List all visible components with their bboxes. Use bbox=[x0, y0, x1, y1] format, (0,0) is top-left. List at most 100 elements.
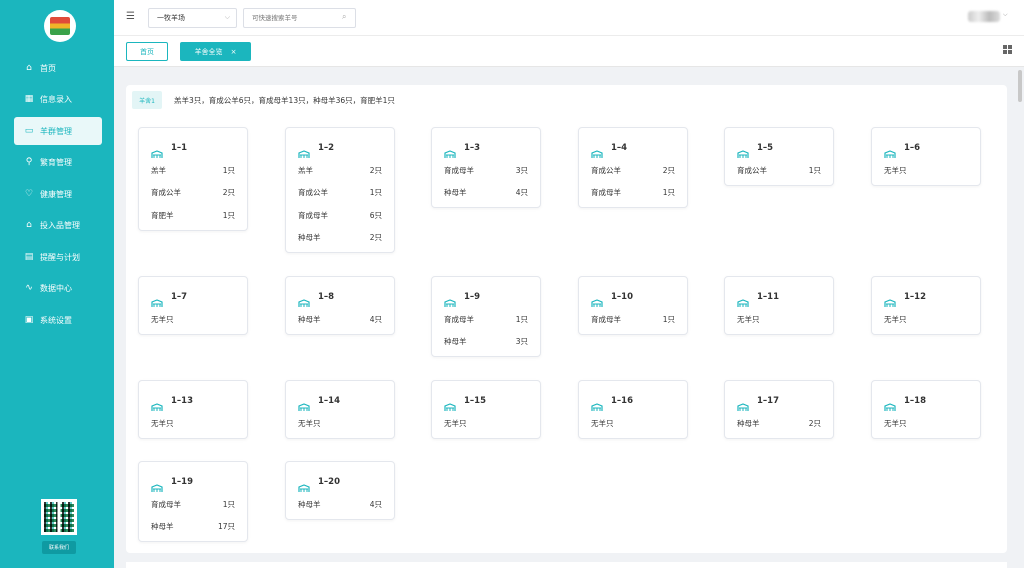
pen-card[interactable]: 1–17 种母羊 2只 bbox=[724, 380, 834, 439]
pen-card-header: 1–3 bbox=[432, 137, 540, 159]
pen-card[interactable]: 1–1 羔羊 1只 育成公羊 2只 育肥羊 1只 bbox=[138, 127, 248, 231]
layout-grid-icon[interactable] bbox=[1003, 45, 1012, 54]
sidebar-item-label: 投入品管理 bbox=[40, 221, 80, 230]
sheep-type: 无羊只 bbox=[151, 314, 174, 324]
pen-icon bbox=[298, 293, 310, 307]
pen-card-header: 1–8 bbox=[286, 286, 394, 308]
pen-card[interactable]: 1–3 育成母羊 3只种母羊 4只 bbox=[431, 127, 541, 208]
pen-name: 1–13 bbox=[171, 396, 193, 406]
pen-card-header: 1–17 bbox=[725, 390, 833, 412]
user-avatar[interactable] bbox=[968, 11, 1000, 22]
sheep-type: 无羊只 bbox=[884, 314, 907, 324]
tab-pen-overview[interactable]: 羊舍全览 × bbox=[180, 42, 251, 61]
sheep-type: 种母羊 bbox=[444, 188, 467, 198]
pen-card[interactable]: 1–4 育成公羊 2只 育成母羊 1只 bbox=[578, 127, 688, 208]
tab-bar: 首页 羊舍全览 × bbox=[114, 36, 1024, 67]
sheep-count: 1只 bbox=[808, 165, 821, 175]
pen-name: 1–5 bbox=[757, 143, 774, 153]
sheep-type: 育成母羊 bbox=[444, 165, 474, 175]
search-input[interactable] bbox=[243, 8, 356, 28]
pen-card[interactable]: 1–9 育成母羊 1只 种母羊 3只 bbox=[431, 276, 541, 357]
sidebar-item-7[interactable]: ∿ 数据中心 bbox=[14, 275, 102, 303]
menu-collapse-icon[interactable]: ☰ bbox=[126, 11, 138, 23]
sheep-count: 3只 bbox=[515, 165, 528, 175]
sheep-type: 无羊只 bbox=[591, 418, 614, 428]
pen-name: 1–7 bbox=[171, 292, 188, 302]
pen-card[interactable]: 1–20 种母羊 4只 bbox=[285, 461, 395, 520]
logo-emblem bbox=[50, 17, 70, 35]
tab-home[interactable]: 首页 bbox=[126, 42, 168, 61]
pen-card[interactable]: 1–12 无羊只 bbox=[871, 276, 981, 335]
pen-card[interactable]: 1–2 羔羊 2只 育成公羊 1只 育成母羊 6只 种母羊 2只 bbox=[285, 127, 395, 253]
breeding-icon: ⚲ bbox=[25, 157, 33, 167]
sheep-type: 无羊只 bbox=[444, 418, 467, 428]
sheep-type: 羔羊 bbox=[298, 165, 313, 175]
pen-name: 1–3 bbox=[464, 143, 481, 153]
pen-icon bbox=[737, 293, 749, 307]
user-menu-chevron-icon[interactable]: ⌵ bbox=[1003, 11, 1008, 19]
farm-select-value: 一牧羊场 bbox=[157, 14, 185, 22]
pen-card[interactable]: 1–6 无羊只 bbox=[871, 127, 981, 186]
sheep-count-row: 无羊只 bbox=[872, 412, 980, 435]
pen-card[interactable]: 1–16 无羊只 bbox=[578, 380, 688, 439]
sheep-count: 6只 bbox=[369, 210, 382, 220]
sidebar-item-1[interactable]: ▦ 信息录入 bbox=[14, 86, 102, 114]
pen-card-header: 1–15 bbox=[432, 390, 540, 412]
pen-name: 1–15 bbox=[464, 396, 486, 406]
scrollbar[interactable] bbox=[1018, 70, 1022, 102]
pen-card[interactable]: 1–13 无羊只 bbox=[138, 380, 248, 439]
pen-card[interactable]: 1–8 种母羊 4只 bbox=[285, 276, 395, 335]
pen-card[interactable]: 1–15 无羊只 bbox=[431, 380, 541, 439]
contact-us-button[interactable]: 联系我们 bbox=[42, 541, 76, 554]
sheep-count-row: 无羊只 bbox=[579, 412, 687, 435]
pen-icon bbox=[591, 144, 603, 158]
sheep-type: 育肥羊 bbox=[151, 210, 174, 220]
pen-card[interactable]: 1–19 育成母羊 1只 种母羊 17只 bbox=[138, 461, 248, 542]
sidebar-item-3[interactable]: ⚲ 繁育管理 bbox=[14, 149, 102, 177]
sheep-type: 育成母羊 bbox=[298, 210, 328, 220]
pen-name: 1–20 bbox=[318, 477, 340, 487]
pen-icon bbox=[151, 293, 163, 307]
sheep-count: 1只 bbox=[515, 314, 528, 324]
sheep-count-row: 育成公羊 1只 bbox=[286, 182, 394, 205]
sheep-count-row: 育成公羊 1只 bbox=[725, 159, 833, 182]
pen-name: 1–18 bbox=[904, 396, 926, 406]
tab-close-icon[interactable]: × bbox=[231, 48, 237, 56]
sidebar-item-8[interactable]: ▣ 系统设置 bbox=[14, 306, 102, 334]
pen-name: 1–16 bbox=[611, 396, 633, 406]
pen-card[interactable]: 1–11 无羊只 bbox=[724, 276, 834, 335]
pen-icon bbox=[444, 293, 456, 307]
pen-card[interactable]: 1–10 育成母羊 1只 bbox=[578, 276, 688, 335]
sheep-count: 1只 bbox=[662, 188, 675, 198]
sheep-type: 育成公羊 bbox=[298, 188, 328, 198]
pen-name: 1–14 bbox=[318, 396, 340, 406]
sheep-type: 育成公羊 bbox=[151, 188, 181, 198]
search-icon[interactable]: ⌕ bbox=[342, 12, 346, 22]
sheep-type: 种母羊 bbox=[298, 499, 321, 509]
sheep-type: 育成公羊 bbox=[591, 165, 621, 175]
sheep-type: 无羊只 bbox=[737, 314, 760, 324]
sidebar-menu: ⌂ 首页 ▦ 信息录入 ▭ 羊群管理 ⚲ 繁育管理 ♡ 健康管理 ⌂ 投入品管理 ▤ 提醒与计划 ∿ 数据中心… bbox=[14, 54, 102, 338]
sidebar-item-2[interactable]: ▭ 羊群管理 bbox=[14, 117, 102, 145]
sheep-count-row: 种母羊 4只 bbox=[286, 493, 394, 516]
pen-card[interactable]: 1–14 无羊只 bbox=[285, 380, 395, 439]
pen-card[interactable]: 1–7 无羊只 bbox=[138, 276, 248, 335]
pen-card[interactable]: 1–5 育成公羊 1只 bbox=[724, 127, 834, 186]
sidebar-item-label: 系统设置 bbox=[40, 315, 72, 325]
sidebar-item-5[interactable]: ⌂ 投入品管理 bbox=[14, 212, 102, 240]
sheep-count-row: 无羊只 bbox=[139, 412, 247, 435]
sidebar-item-6[interactable]: ▤ 提醒与计划 bbox=[14, 243, 102, 271]
sidebar-item-4[interactable]: ♡ 健康管理 bbox=[14, 180, 102, 208]
sidebar-item-0[interactable]: ⌂ 首页 bbox=[14, 54, 102, 82]
sidebar-item-label: 首页 bbox=[40, 63, 56, 73]
pen-card-header: 1–19 bbox=[139, 471, 247, 493]
pen-name: 1–9 bbox=[464, 292, 481, 302]
sheep-count: 4只 bbox=[515, 188, 528, 198]
pen-card-header: 1–4 bbox=[579, 137, 687, 159]
sheep-count-row: 羔羊 2只 bbox=[286, 159, 394, 182]
farm-select[interactable]: 一牧羊场 ⌵ bbox=[148, 8, 237, 28]
pen-card[interactable]: 1–18 无羊只 bbox=[871, 380, 981, 439]
barn-tag[interactable]: 羊舍1 bbox=[132, 91, 162, 109]
pen-icon bbox=[444, 397, 456, 411]
sheep-type: 育成母羊 bbox=[151, 499, 181, 509]
